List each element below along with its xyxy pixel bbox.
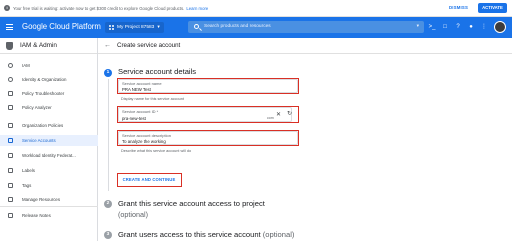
sidebar-item-identity[interactable]: Identity & Organization <box>0 74 98 85</box>
sidebar-item-org-policies[interactable]: Organization Policies <box>0 120 98 131</box>
notifications-icon[interactable]: ● <box>467 23 475 31</box>
sidebar-item-label: Service Accounts <box>22 138 56 143</box>
info-icon: i <box>4 5 10 11</box>
top-bar: Google Cloud Platform My Project 87583 ▾… <box>0 17 512 38</box>
dismiss-button[interactable]: DISMISS <box>449 5 468 10</box>
name-hint: Display name for this service account <box>121 97 184 101</box>
menu-icon[interactable] <box>6 24 13 30</box>
terminal-icon[interactable]: >_ <box>428 23 436 31</box>
sidebar-item-service-accounts[interactable]: Service Accounts <box>0 135 98 146</box>
label-icon <box>8 168 13 173</box>
sidebar-item-label: Manage Resources <box>22 197 61 202</box>
folder-icon <box>8 197 13 202</box>
list-icon <box>8 123 13 128</box>
name-highlight <box>117 78 299 94</box>
step-1-title[interactable]: Service account details <box>118 67 196 76</box>
description-hint: Describe what this service account will … <box>121 149 192 153</box>
trial-banner: i Your free trial is waiting: activate n… <box>0 0 512 17</box>
sidebar-item-analyzer[interactable]: Policy Analyzer <box>0 102 98 113</box>
description-highlight <box>117 130 299 146</box>
sidebar: IAM & Admin IAM Identity & Organization … <box>0 38 98 241</box>
search-placeholder: Search products and resources <box>204 24 271 29</box>
notes-icon <box>8 213 13 218</box>
chevron-down-icon: ▾ <box>157 25 160 30</box>
page-title: Create service account <box>117 42 181 49</box>
refresh-icon[interactable]: ↻ <box>287 110 292 117</box>
page-header: ← Create service account <box>98 38 512 54</box>
person-add-icon <box>8 63 13 68</box>
brand-title[interactable]: Google Cloud Platform <box>22 22 101 31</box>
page: i Your free trial is waiting: activate n… <box>0 0 512 241</box>
activate-button[interactable]: ACTIVATE <box>478 3 507 13</box>
project-name: My Project 87583 <box>117 25 155 30</box>
step-2-title[interactable]: Grant this service account access to pro… <box>118 199 265 208</box>
project-selector[interactable]: My Project 87583 ▾ <box>105 22 164 33</box>
search-chevron-icon[interactable]: ▾ <box>417 21 419 33</box>
step-3-title[interactable]: Grant users access to this service accou… <box>118 230 294 239</box>
step-1-badge: 1 <box>104 69 112 77</box>
sidebar-item-label: Policy Analyzer <box>22 105 52 110</box>
sidebar-item-label: Release Notes <box>22 213 51 218</box>
project-icon <box>109 25 114 30</box>
person-circle-icon <box>8 77 13 82</box>
sidebar-item-label: Policy Troubleshooter <box>22 91 65 96</box>
step-connector <box>108 79 109 191</box>
back-arrow-icon[interactable]: ← <box>104 42 111 49</box>
sidebar-item-tags[interactable]: Tags <box>0 180 98 191</box>
sidebar-item-iam[interactable]: IAM <box>0 60 98 71</box>
sidebar-item-label: Organization Policies <box>22 123 64 128</box>
service-account-icon <box>8 138 13 143</box>
tag-icon <box>8 183 13 188</box>
id-highlight <box>117 106 299 123</box>
step-2-subtitle: (optional) <box>118 210 148 219</box>
trial-text: Your free trial is waiting: activate now… <box>13 5 185 11</box>
document-search-icon <box>8 105 13 110</box>
avatar[interactable] <box>494 21 506 33</box>
sidebar-item-release-notes[interactable]: Release Notes <box>0 210 98 221</box>
more-vert-icon[interactable]: ⋮ <box>480 23 488 31</box>
sidebar-item-label: Workload Identity Federat... <box>22 153 76 158</box>
id-card-icon <box>8 153 13 158</box>
help-icon[interactable]: ? <box>454 23 462 31</box>
sidebar-title: IAM & Admin <box>20 42 57 49</box>
step-3-subtitle: (optional) <box>262 230 295 239</box>
search-icon <box>194 24 199 29</box>
sidebar-item-label: IAM <box>22 63 30 68</box>
sidebar-item-workload-identity[interactable]: Workload Identity Federat... <box>0 150 98 161</box>
sidebar-item-label: Tags <box>22 183 32 188</box>
shield-icon <box>6 41 13 50</box>
sidebar-item-label: Labels <box>22 168 35 173</box>
sidebar-item-troubleshooter[interactable]: Policy Troubleshooter <box>0 88 98 99</box>
create-and-continue-button[interactable]: CREATE AND CONTINUE <box>118 175 180 185</box>
learn-more-link[interactable]: Learn more <box>186 6 208 11</box>
sidebar-item-labels[interactable]: Labels <box>0 165 98 176</box>
sidebar-item-manage-resources[interactable]: Manage Resources <box>0 194 98 205</box>
step-3-title-text: Grant users access to this service accou… <box>118 230 261 239</box>
sidebar-divider <box>0 206 98 207</box>
clear-icon[interactable]: ✕ <box>276 111 281 118</box>
sidebar-header: IAM & Admin <box>0 38 97 54</box>
wrench-icon <box>8 91 13 96</box>
step-3-badge: 3 <box>104 231 112 239</box>
step-2-badge: 2 <box>104 200 112 208</box>
sidebar-item-label: Identity & Organization <box>22 77 67 82</box>
gift-icon[interactable]: □ <box>441 23 449 31</box>
search-input[interactable]: Search products and resources ▾ <box>188 21 424 33</box>
